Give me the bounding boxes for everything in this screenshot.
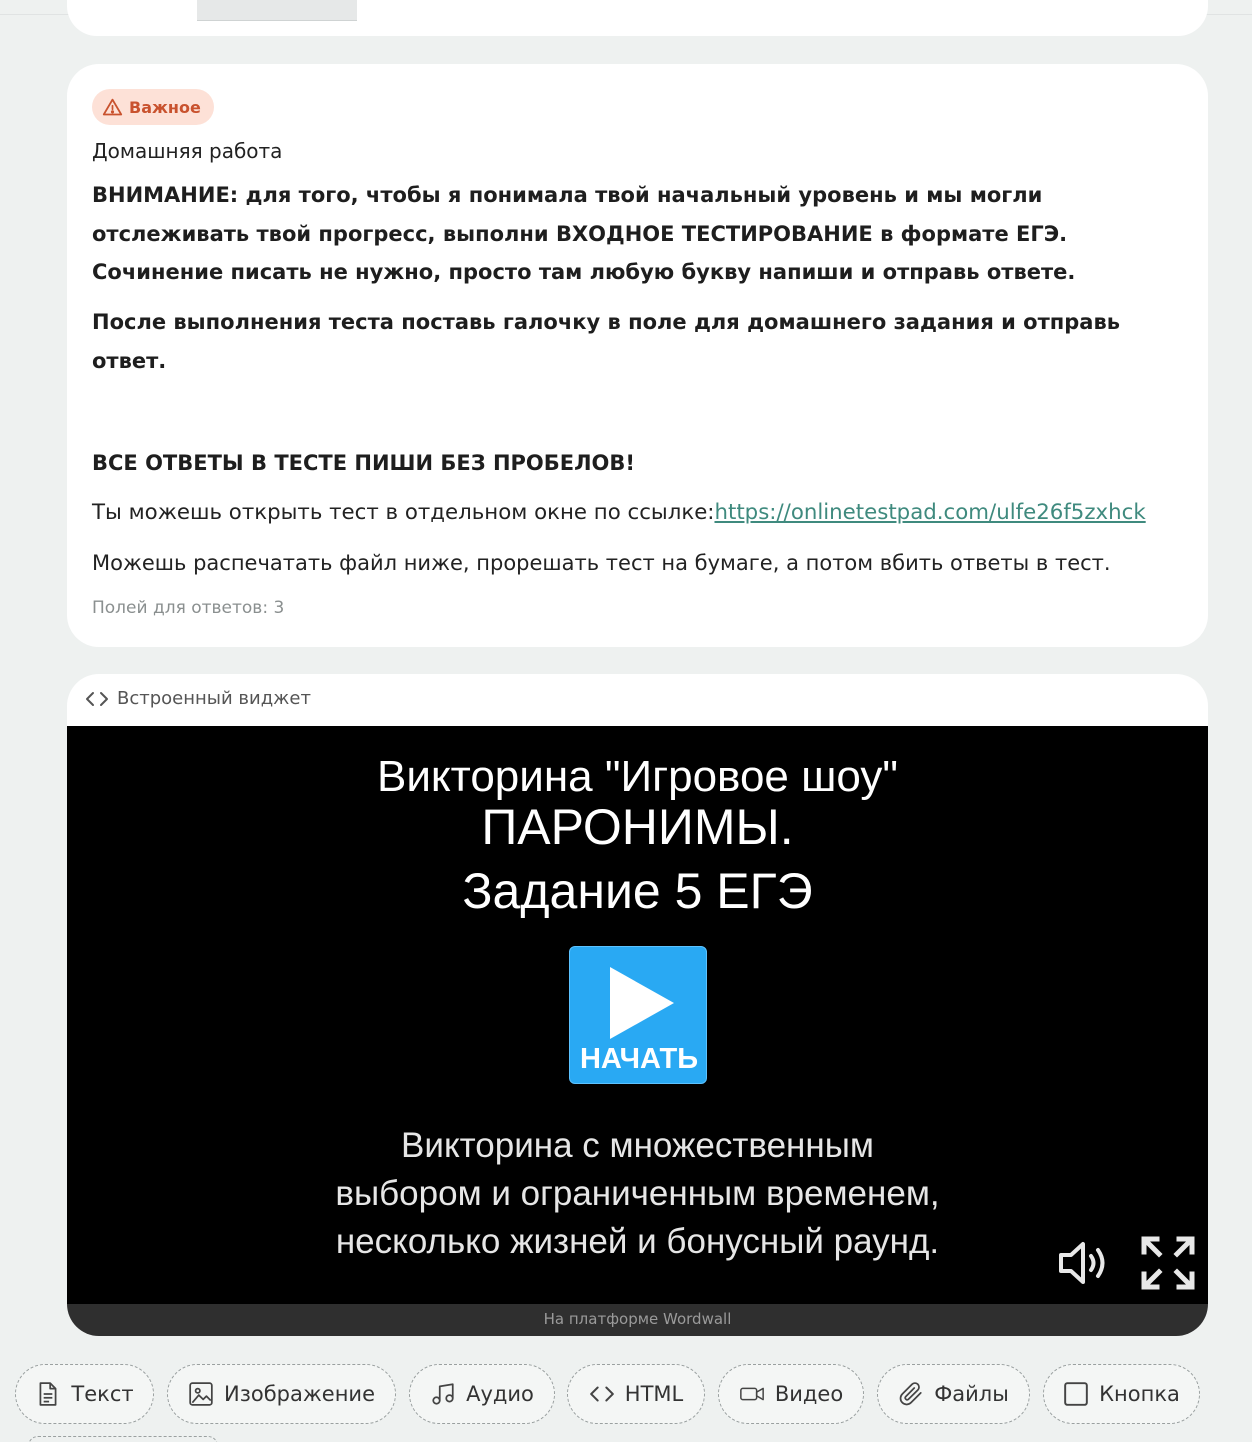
embedded-widget-card: Встроенный виджет Викторина "Игровое шоу… [67, 674, 1208, 1336]
homework-paragraph-after-test: После выполнения теста поставь галочку в… [92, 310, 1121, 373]
fullscreen-icon[interactable] [1141, 1236, 1195, 1290]
code-icon [589, 1386, 614, 1402]
video-icon [739, 1387, 764, 1401]
wordwall-player[interactable]: Викторина "Игровое шоу" ПАРОНИМЫ. Задани… [67, 726, 1208, 1304]
document-icon [39, 1382, 57, 1406]
link-prefix: Ты можешь открыть тест в отдельном окне … [92, 500, 715, 525]
widget-header: Встроенный виджет [85, 688, 311, 709]
add-image-label: Изображение [223, 1382, 375, 1406]
add-html-label: HTML [624, 1382, 684, 1406]
homework-paragraph-link: Ты можешь открыть тест в отдельном окне … [92, 494, 1192, 533]
start-button-label: НАЧАТЬ [579, 1043, 699, 1075]
quiz-title-line2: ПАРОНИМЫ. [481, 799, 794, 855]
add-html-button[interactable]: HTML [567, 1364, 705, 1424]
paperclip-icon [899, 1382, 922, 1406]
add-image-button[interactable]: Изображение [167, 1364, 396, 1424]
add-text-button[interactable]: Текст [15, 1364, 154, 1424]
previous-card [67, 0, 1208, 36]
homework-paragraph-attention: ВНИМАНИЕ: для того, чтобы я понимала тво… [92, 183, 1076, 284]
next-tool-button[interactable] [28, 1436, 218, 1442]
add-files-label: Файлы [934, 1382, 1009, 1406]
previous-card-input[interactable] [197, 0, 357, 21]
quiz-description-line1: Викторина с множественным [401, 1126, 874, 1165]
start-button[interactable]: НАЧАТЬ [569, 946, 707, 1084]
add-audio-button[interactable]: Аудио [409, 1364, 555, 1424]
homework-title: Домашняя работа [92, 139, 283, 163]
music-icon [432, 1383, 454, 1405]
quiz-description-line2: выбором и ограниченным временем, [335, 1174, 940, 1213]
add-files-button[interactable]: Файлы [877, 1364, 1030, 1424]
warning-icon [102, 98, 123, 115]
add-video-button[interactable]: Видео [718, 1364, 864, 1424]
quiz-title-line1: Викторина "Игровое шоу" [376, 752, 899, 801]
widget-header-label: Встроенный виджет [117, 688, 311, 709]
image-icon [189, 1382, 213, 1406]
add-block-toolbar: Текст Изображение Аудио HTML Видео Файлы [0, 1364, 1252, 1426]
badge-label: Важное [129, 97, 201, 117]
add-button-label: Кнопка [1099, 1382, 1180, 1406]
answer-fields-count: Полей для ответов: 3 [92, 598, 285, 618]
quiz-description: Викторина с множественным выбором и огра… [67, 1122, 1208, 1266]
important-badge: Важное [92, 89, 214, 125]
homework-card: Важное Домашняя работа ВНИМАНИЕ: для тог… [67, 64, 1208, 647]
square-icon [1064, 1382, 1088, 1406]
code-icon [86, 691, 108, 706]
homework-paragraph-print: Можешь распечатать файл ниже, прорешать … [92, 551, 1111, 575]
homework-paragraph-no-spaces: ВСЕ ОТВЕТЫ В ТЕСТЕ ПИШИ БЕЗ ПРОБЕЛОВ! [92, 451, 635, 475]
play-icon [610, 967, 674, 1039]
add-text-label: Текст [71, 1382, 134, 1406]
add-audio-label: Аудио [466, 1382, 534, 1406]
test-link[interactable]: https://onlinetestpad.com/ulfe26f5zxhck [714, 500, 1145, 525]
quiz-description-line3: несколько жизней и бонусный раунд. [335, 1222, 940, 1261]
quiz-title-line3: Задание 5 ЕГЭ [462, 863, 813, 919]
add-button-button[interactable]: Кнопка [1043, 1364, 1200, 1424]
sound-icon[interactable] [1057, 1238, 1113, 1288]
add-video-label: Видео [774, 1382, 844, 1406]
platform-bar[interactable]: На платформе Wordwall [67, 1304, 1208, 1336]
